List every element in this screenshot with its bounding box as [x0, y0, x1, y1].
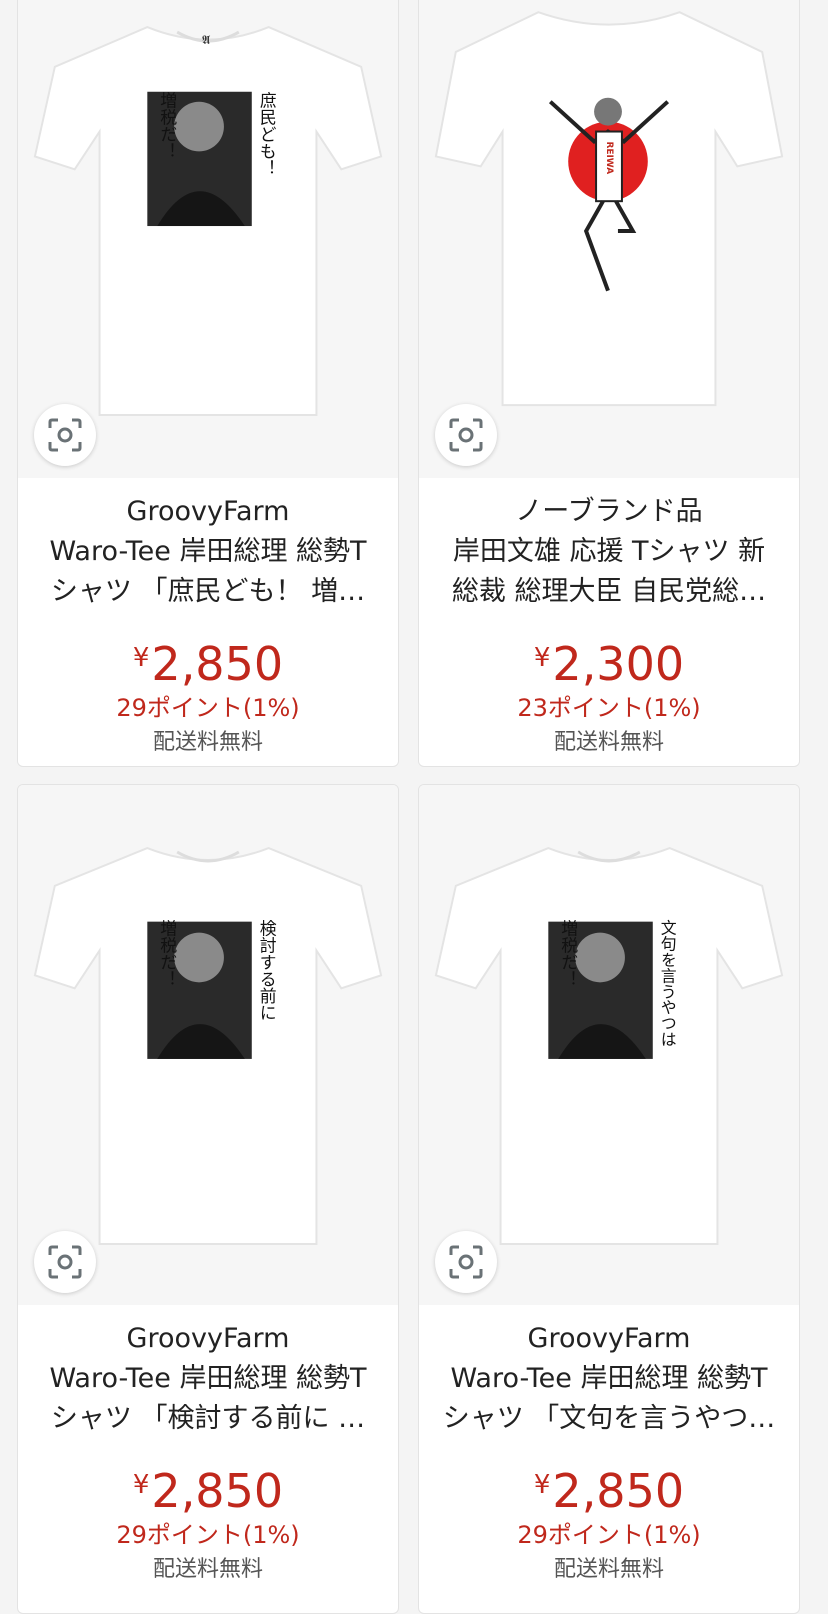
- product-image[interactable]: 文句を言うやつは 増税だ！: [419, 785, 799, 1305]
- product-image[interactable]: REIWA: [419, 0, 799, 478]
- product-price: ¥2,300: [419, 630, 799, 691]
- yen-symbol: ¥: [533, 643, 551, 673]
- price-value: 2,850: [552, 1464, 685, 1518]
- print-text: 文句を言うやつは: [658, 920, 677, 1047]
- yen-symbol: ¥: [533, 1470, 551, 1500]
- print-text: 庶民ども！: [257, 92, 277, 177]
- shipping-text: 配送料無料: [553, 730, 664, 755]
- product-title[interactable]: Waro-Tee 岸田総理 総勢Tシャツ 「庶民ども！ 増…: [18, 532, 398, 612]
- price-value: 2,300: [552, 637, 685, 691]
- product-price: ¥2,850: [419, 1457, 799, 1518]
- points-text: 29ポイント(1%): [116, 694, 300, 722]
- camera-scan-icon[interactable]: [34, 404, 96, 466]
- print-text: 増税だ！: [558, 920, 578, 988]
- price-value: 2,850: [151, 1464, 284, 1518]
- product-price: ¥2,850: [18, 1457, 398, 1518]
- product-image[interactable]: 𝕬 庶民ども！ 増税だ！: [18, 0, 398, 478]
- print-text: REIWA: [604, 141, 614, 174]
- product-card[interactable]: 文句を言うやつは 増税だ！ GroovyFarm Waro-Tee 岸田総理 総…: [418, 784, 800, 1614]
- camera-scan-icon[interactable]: [435, 1231, 497, 1293]
- product-title[interactable]: Waro-Tee 岸田総理 総勢Tシャツ 「文句を言うやつ…: [419, 1359, 799, 1439]
- product-card[interactable]: 検討する前に 増税だ！ GroovyFarm Waro-Tee 岸田総理 総勢T…: [17, 784, 399, 1614]
- brand-name: GroovyFarm: [527, 1323, 691, 1354]
- product-grid: 𝕬 庶民ども！ 増税だ！ GroovyFarm Waro-Tee 岸田総理 総勢…: [0, 0, 828, 1614]
- tshirt-image: 検討する前に 増税だ！: [33, 846, 383, 1245]
- product-image[interactable]: 検討する前に 増税だ！: [18, 785, 398, 1305]
- shipping-text: 配送料無料: [553, 1557, 664, 1582]
- svg-text:𝕬: 𝕬: [202, 33, 211, 47]
- shipping-text: 配送料無料: [152, 730, 263, 755]
- product-price: ¥2,850: [18, 630, 398, 691]
- tshirt-image: 文句を言うやつは 増税だ！: [434, 846, 784, 1245]
- product-card[interactable]: 𝕬 庶民ども！ 増税だ！ GroovyFarm Waro-Tee 岸田総理 総勢…: [17, 0, 399, 767]
- brand-name: ノーブランド品: [515, 496, 703, 527]
- camera-scan-icon[interactable]: [34, 1231, 96, 1293]
- brand-name: GroovyFarm: [126, 1323, 290, 1354]
- shipping-text: 配送料無料: [152, 1557, 263, 1582]
- product-card[interactable]: REIWA ノーブランド品 岸田文雄 応援 Tシャツ 新総裁 総理大臣 自民党総…: [418, 0, 800, 767]
- points-text: 29ポイント(1%): [116, 1521, 300, 1549]
- print-text: 増税だ！: [157, 92, 177, 160]
- product-title[interactable]: 岸田文雄 応援 Tシャツ 新総裁 総理大臣 自民党総…: [419, 532, 799, 612]
- print-text: 検討する前に: [257, 920, 277, 1022]
- print-text: 増税だ！: [157, 920, 177, 988]
- yen-symbol: ¥: [132, 1470, 150, 1500]
- points-text: 23ポイント(1%): [517, 694, 701, 722]
- price-value: 2,850: [151, 637, 284, 691]
- points-text: 29ポイント(1%): [517, 1521, 701, 1549]
- product-title[interactable]: Waro-Tee 岸田総理 総勢Tシャツ 「検討する前に …: [18, 1359, 398, 1439]
- camera-scan-icon[interactable]: [435, 404, 497, 466]
- yen-symbol: ¥: [132, 643, 150, 673]
- brand-name: GroovyFarm: [126, 496, 290, 527]
